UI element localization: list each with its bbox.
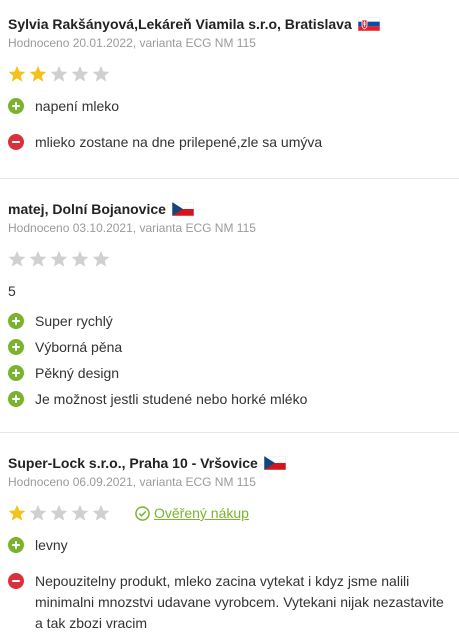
plus-circle-icon bbox=[8, 339, 24, 355]
review-author-row: Sylvia Rakšányová,Lekáreň Viamila s.r.o,… bbox=[8, 0, 451, 32]
star-empty-icon bbox=[29, 250, 47, 267]
review-author: matej, Dolní Bojanovice bbox=[8, 201, 166, 217]
pro-item: Je možnost jestli studené nebo horké mlé… bbox=[8, 389, 451, 409]
review-author: Sylvia Rakšányová,Lekáreň Viamila s.r.o,… bbox=[8, 16, 352, 32]
star-empty-icon bbox=[92, 250, 110, 267]
star-empty-icon bbox=[92, 65, 110, 82]
pro-text: Výborná pěna bbox=[35, 339, 123, 355]
star-rating bbox=[8, 249, 451, 269]
plus-circle-icon bbox=[8, 365, 24, 381]
review: Sylvia Rakšányová,Lekáreň Viamila s.r.o,… bbox=[0, 0, 459, 178]
czech-flag-icon bbox=[263, 456, 286, 470]
review-meta: Hodnoceno 20.01.2022, varianta ECG NM 11… bbox=[8, 36, 256, 50]
star-filled-icon bbox=[8, 504, 26, 521]
review-note: 5 bbox=[8, 283, 16, 299]
star-empty-icon bbox=[50, 504, 68, 521]
review-meta: Hodnoceno 03.10.2021, varianta ECG NM 11… bbox=[8, 221, 256, 235]
star-filled-icon bbox=[8, 65, 26, 82]
review: Super-Lock s.r.o., Praha 10 - Vršovice H… bbox=[0, 432, 459, 636]
verified-purchase-label[interactable]: Ověřený nákup bbox=[154, 505, 249, 521]
star-rating bbox=[8, 64, 451, 84]
plus-circle-icon bbox=[8, 313, 24, 329]
star-empty-icon bbox=[50, 65, 68, 82]
star-empty-icon bbox=[50, 250, 68, 267]
plus-circle-icon bbox=[8, 537, 24, 553]
review-author-row: matej, Dolní Bojanovice bbox=[8, 179, 451, 217]
pro-item: levny bbox=[8, 535, 451, 555]
con-text: mlieko zostane na dne prilepené,zle sa u… bbox=[35, 134, 323, 150]
star-empty-icon bbox=[8, 250, 26, 267]
star-empty-icon bbox=[71, 250, 89, 267]
con-text: Nepouzitelny produkt, mleko zacina vytek… bbox=[35, 573, 444, 631]
pro-text: napení mleko bbox=[35, 98, 120, 114]
review: matej, Dolní Bojanovice Hodnoceno 03.10.… bbox=[0, 178, 459, 432]
star-empty-icon bbox=[29, 504, 47, 521]
review-author-row: Super-Lock s.r.o., Praha 10 - Vršovice bbox=[8, 433, 451, 471]
con-item: Nepouzitelny produkt, mleko zacina vytek… bbox=[8, 571, 451, 634]
minus-circle-icon bbox=[8, 573, 24, 589]
verified-purchase-badge[interactable]: Ověřený nákup bbox=[135, 505, 249, 521]
check-circle-icon bbox=[135, 505, 150, 521]
star-empty-icon bbox=[71, 65, 89, 82]
pro-text: Super rychlý bbox=[35, 313, 113, 329]
star-filled-icon bbox=[29, 65, 47, 82]
pro-item: Super rychlý bbox=[8, 311, 451, 331]
plus-circle-icon bbox=[8, 98, 24, 114]
pro-text: Je možnost jestli studené nebo horké mlé… bbox=[35, 391, 308, 407]
plus-circle-icon bbox=[8, 391, 24, 407]
pro-item: Pěkný design bbox=[8, 363, 451, 383]
con-item: mlieko zostane na dne prilepené,zle sa u… bbox=[8, 132, 451, 152]
star-empty-icon bbox=[92, 504, 110, 521]
pro-text: Pěkný design bbox=[35, 365, 120, 381]
pro-text: levny bbox=[35, 537, 68, 553]
star-empty-icon bbox=[71, 504, 89, 521]
pro-item: Výborná pěna bbox=[8, 337, 451, 357]
review-meta: Hodnoceno 06.09.2021, varianta ECG NM 11… bbox=[8, 475, 256, 489]
review-author: Super-Lock s.r.o., Praha 10 - Vršovice bbox=[8, 455, 258, 471]
minus-circle-icon bbox=[8, 134, 24, 150]
slovakia-flag-icon bbox=[357, 17, 380, 31]
czech-flag-icon bbox=[171, 202, 194, 216]
star-rating: Ověřený nákup bbox=[8, 503, 451, 523]
pro-item: napení mleko bbox=[8, 96, 451, 116]
